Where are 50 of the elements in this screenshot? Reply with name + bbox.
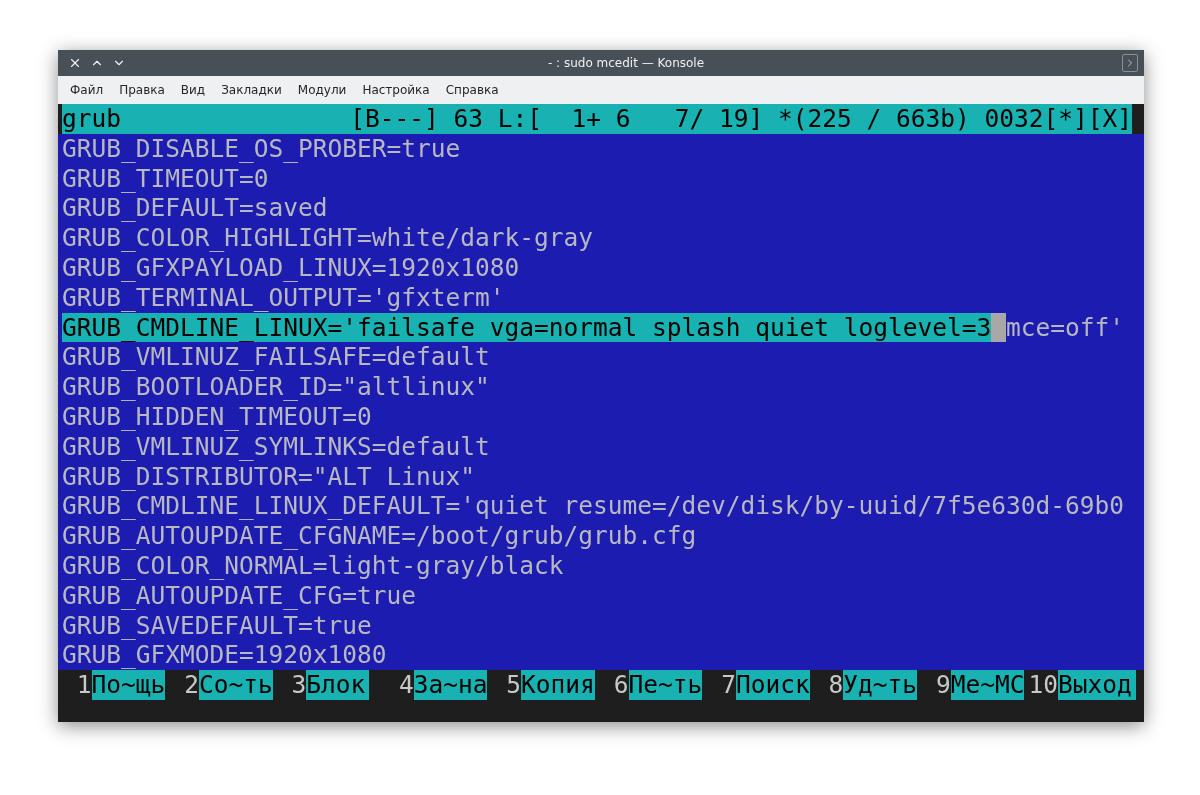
key-number: 9 [934,670,951,700]
menu-item[interactable]: Модули [289,79,355,101]
key-number: 10 [1028,670,1059,700]
menu-item[interactable]: Справка [437,79,507,101]
window-title: - : sudo mcedit — Konsole [546,56,706,70]
code-line: GRUB_DISTRIBUTOR="ALT Linux" [62,461,475,492]
code-line: GRUB_AUTOUPDATE_CFG=true [62,580,416,611]
code-line: GRUB_COLOR_HIGHLIGHT=white/dark-gray [62,223,593,253]
code-line: GRUB_TIMEOUT=0 [62,163,269,194]
code-line: GRUB_SAVEDEFAULT=true [62,610,372,641]
code-line: GRUB_TERMINAL_OUTPUT='gfxterm' [62,282,505,313]
key-label[interactable]: Поиск [735,670,810,700]
code-line: GRUB_COLOR_NORMAL=light-gray/black [62,550,564,581]
key-number: 8 [827,670,844,700]
code-line: mce=off' [1005,312,1124,343]
menu-item[interactable]: Файл [62,79,112,101]
chevron-right-icon[interactable] [1122,54,1138,72]
menu-item[interactable]: Настройка [354,79,438,101]
file-name: grub [62,104,121,134]
key-number: 4 [397,670,414,700]
key-label[interactable]: Ме~МС [950,670,1025,700]
code-line: GRUB_HIDDEN_TIMEOUT=0 [62,401,372,432]
key-number: 5 [505,670,522,700]
key-label[interactable]: За~на [413,670,488,700]
key-number: 6 [612,670,629,700]
code-line: GRUB_GFXMODE=1920x1080 [62,640,387,671]
key-label[interactable]: По~щь [91,670,166,700]
code-line: GRUB_CMDLINE_LINUX_DEFAULT='quiet resume=/dev/disk/by-uuid/7f5e630d-69b0 [62,491,1125,522]
menu-item[interactable]: Правка [111,79,173,101]
key-number: 3 [290,670,307,700]
selected-text: GRUB_CMDLINE_LINUX='failsafe vga=normal splash quiet loglevel=3 [62,312,992,343]
code-line: GRUB_VMLINUZ_SYMLINKS=default [62,431,490,462]
key-number: 2 [183,670,199,700]
key-label[interactable]: Со~ть [198,670,273,700]
key-number: 1 [75,670,92,700]
key-label[interactable]: Блок [306,670,370,700]
key-label[interactable]: Копия [521,670,595,700]
key-label[interactable]: Выход [1058,670,1136,700]
code-line: GRUB_DISABLE_OS_PROBER=true [62,133,461,164]
code-line: GRUB_BOOTLOADER_ID="altlinux" [62,372,490,402]
menu-item[interactable]: Вид [172,79,214,101]
code-line: GRUB_DEFAULT=saved [62,193,328,224]
code-line: GRUB_VMLINUZ_FAILSAFE=default [62,342,490,373]
code-line: GRUB_GFXPAYLOAD_LINUX=1920x1080 [62,253,520,283]
menu-item[interactable]: Закладки [213,79,290,101]
key-number: 7 [720,670,736,700]
key-label[interactable]: Пе~ть [628,670,703,700]
code-line: GRUB_AUTOUPDATE_CFGNAME=/boot/grub/grub.cfg [62,521,697,551]
status-info: [B---] 63 L:[ 1+ 6 7/ 19] *(225 / 663b) 0032[*][X] [350,104,1132,134]
key-label[interactable]: Уд~ть [843,670,918,700]
